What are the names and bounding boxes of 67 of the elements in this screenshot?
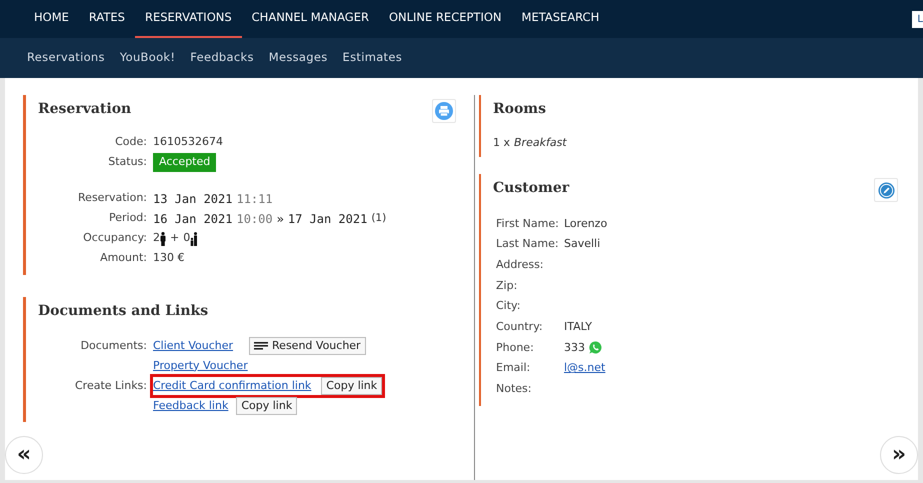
field-value: Lorenzo: [564, 216, 608, 232]
room-count: 1 x: [493, 134, 510, 150]
nav-tab[interactable]: METASEARCH: [512, 0, 610, 38]
field-label: Documents:: [80, 338, 148, 354]
period-end-date: 17 Jan 2021: [288, 210, 368, 228]
field-label: Occupancy:: [82, 230, 148, 246]
field-label: Code:: [114, 134, 148, 150]
reservation-time: 11:11: [236, 190, 273, 208]
resend-voucher-button[interactable]: Resend Voucher: [249, 337, 366, 355]
room-name: Breakfast: [514, 134, 567, 150]
lines-icon: [254, 342, 268, 350]
next-button[interactable]: »: [880, 436, 918, 474]
plus-sign: +: [170, 230, 180, 246]
chat-phone-icon[interactable]: [589, 341, 602, 354]
subnav-link[interactable]: YouBook!: [116, 49, 178, 67]
copy-link-button[interactable]: Copy link: [321, 377, 382, 395]
field-label: Create Links:: [74, 378, 148, 394]
edit-button[interactable]: [874, 178, 898, 202]
adult-icon: [160, 232, 166, 246]
field-value: ITALY: [564, 319, 592, 336]
period-start-date: 16 Jan 2021: [153, 210, 232, 228]
children-count: 0: [183, 230, 190, 246]
reservation-date: 13 Jan 2021: [153, 190, 232, 208]
field-label: Country:: [496, 319, 544, 336]
status-badge: Accepted: [153, 153, 216, 172]
code-value: 1610532674: [153, 134, 223, 150]
feedback-link[interactable]: Feedback link: [153, 398, 228, 414]
subnav-link[interactable]: Estimates: [340, 49, 406, 67]
field-label: Status:: [107, 154, 148, 170]
copy-link-button[interactable]: Copy link: [236, 397, 298, 415]
email-link[interactable]: l@s.net: [564, 360, 606, 377]
field-label: Amount:: [99, 250, 148, 266]
nav-tab[interactable]: RATES: [78, 0, 135, 38]
user-badge[interactable]: L: [912, 11, 923, 28]
amount-value: 130 €: [153, 250, 184, 266]
field-label: Reservation:: [77, 190, 148, 206]
section-title: Reservation: [38, 101, 132, 118]
adults-count: 2: [153, 230, 160, 246]
field-label: Period:: [108, 210, 148, 226]
client-voucher-link[interactable]: Client Voucher: [153, 338, 234, 354]
child-with-adult-icon: [190, 232, 198, 246]
field-label: City:: [496, 298, 522, 314]
nights-count: (1): [371, 210, 386, 226]
field-label: Notes:: [496, 381, 532, 398]
field-label: Last Name:: [496, 236, 560, 252]
subnav-link[interactable]: Feedbacks: [187, 49, 257, 67]
field-value: Savelli: [564, 236, 600, 252]
nav-tab[interactable]: HOME: [24, 0, 79, 38]
field-label: Zip:: [496, 278, 518, 294]
field-label: First Name:: [496, 216, 560, 232]
print-button[interactable]: [432, 99, 456, 123]
confirmation-link[interactable]: Credit Card confirmation link: [153, 378, 312, 394]
section-title: Customer: [493, 180, 570, 197]
section-title: Rooms: [493, 101, 546, 118]
field-label: Phone:: [496, 340, 535, 356]
nav-tab[interactable]: ONLINE RECEPTION: [378, 0, 512, 38]
period-time: 10:00: [236, 210, 273, 228]
subnav-link[interactable]: Reservations: [24, 49, 108, 67]
phone-value: 333: [564, 340, 585, 356]
nav-tab[interactable]: CHANNEL MANAGER: [242, 0, 379, 38]
field-label: Email:: [496, 360, 532, 376]
period-separator: »: [276, 210, 284, 228]
previous-button[interactable]: «: [5, 436, 43, 474]
section-title: Documents and Links: [38, 302, 208, 320]
subnav-link[interactable]: Messages: [266, 49, 331, 67]
property-voucher-link[interactable]: Property Voucher: [153, 358, 248, 374]
field-label: Address:: [496, 256, 545, 273]
